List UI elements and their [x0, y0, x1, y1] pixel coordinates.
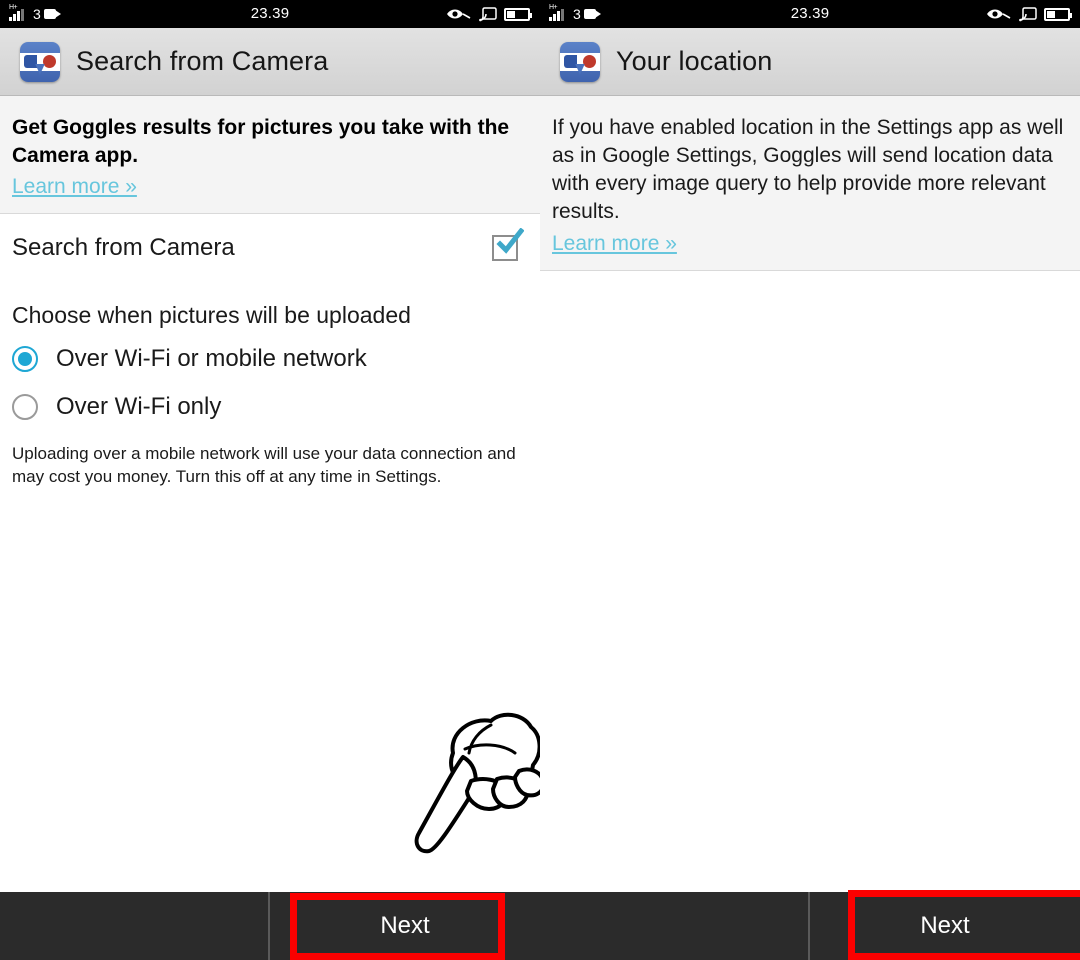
- right-learn-more-link[interactable]: Learn more »: [552, 232, 677, 256]
- radio-wifi-only-button[interactable]: [12, 394, 38, 421]
- checkmark-icon: [496, 228, 524, 255]
- search-from-camera-checkbox[interactable]: [492, 228, 524, 262]
- left-learn-more-link[interactable]: Learn more »: [12, 175, 137, 199]
- right-bottom-bar-spacer: [540, 892, 810, 960]
- left-bottom-bar: Next: [0, 892, 540, 960]
- left-phone-screen: H+ 3 23.39 Search from Camera Get Goggle…: [0, 0, 540, 960]
- search-from-camera-toggle-row[interactable]: Search from Camera: [0, 214, 540, 283]
- radio-wifi-or-mobile-label: Over Wi-Fi or mobile network: [56, 345, 367, 373]
- cast-icon: [1019, 6, 1037, 21]
- status-bar-left: H+ 3 23.39: [0, 0, 540, 28]
- dual-screenshot-container: H+ 3 23.39 Search from Camera Get Goggle…: [0, 0, 1080, 960]
- google-goggles-icon: [20, 41, 60, 82]
- upload-section-title: Choose when pictures will be uploaded: [12, 302, 411, 329]
- right-info-block: If you have enabled location in the Sett…: [540, 96, 1080, 271]
- eye-icon: [447, 9, 471, 19]
- right-title-bar: Your location: [540, 28, 1080, 96]
- right-page-title: Your location: [616, 46, 773, 76]
- left-info-heading: Get Goggles results for pictures you tak…: [12, 116, 510, 167]
- status-bar-right-side-icons: [986, 0, 1072, 28]
- cast-icon: [479, 6, 497, 21]
- left-title-bar: Search from Camera: [0, 28, 540, 96]
- battery-icon: [504, 7, 532, 21]
- battery-icon: [1044, 7, 1072, 21]
- pointing-hand-icon: [414, 712, 540, 854]
- radio-option-wifi-only[interactable]: Over Wi-Fi only: [0, 383, 540, 431]
- right-phone-screen: H+ 3 23.39 Your location If you have ena…: [540, 0, 1080, 960]
- radio-wifi-only-label: Over Wi-Fi only: [56, 393, 222, 421]
- left-info-block: Get Goggles results for pictures you tak…: [0, 96, 540, 215]
- search-from-camera-label: Search from Camera: [12, 234, 235, 262]
- upload-footnote: Uploading over a mobile network will use…: [12, 444, 516, 487]
- google-goggles-icon: [560, 41, 600, 82]
- status-bar-right: H+ 3 23.39: [540, 0, 1080, 28]
- status-bar-right-icons: [446, 0, 532, 28]
- left-bottom-bar-spacer: [0, 892, 270, 960]
- next-button-left[interactable]: Next: [270, 892, 540, 960]
- next-button-right[interactable]: Next: [810, 892, 1080, 960]
- right-info-body: If you have enabled location in the Sett…: [552, 116, 1064, 223]
- eye-icon: [987, 9, 1011, 19]
- left-page-title: Search from Camera: [76, 46, 329, 76]
- radio-wifi-or-mobile-button[interactable]: [12, 346, 38, 373]
- right-bottom-bar: Next: [540, 892, 1080, 960]
- radio-option-wifi-or-mobile[interactable]: Over Wi-Fi or mobile network: [0, 335, 540, 383]
